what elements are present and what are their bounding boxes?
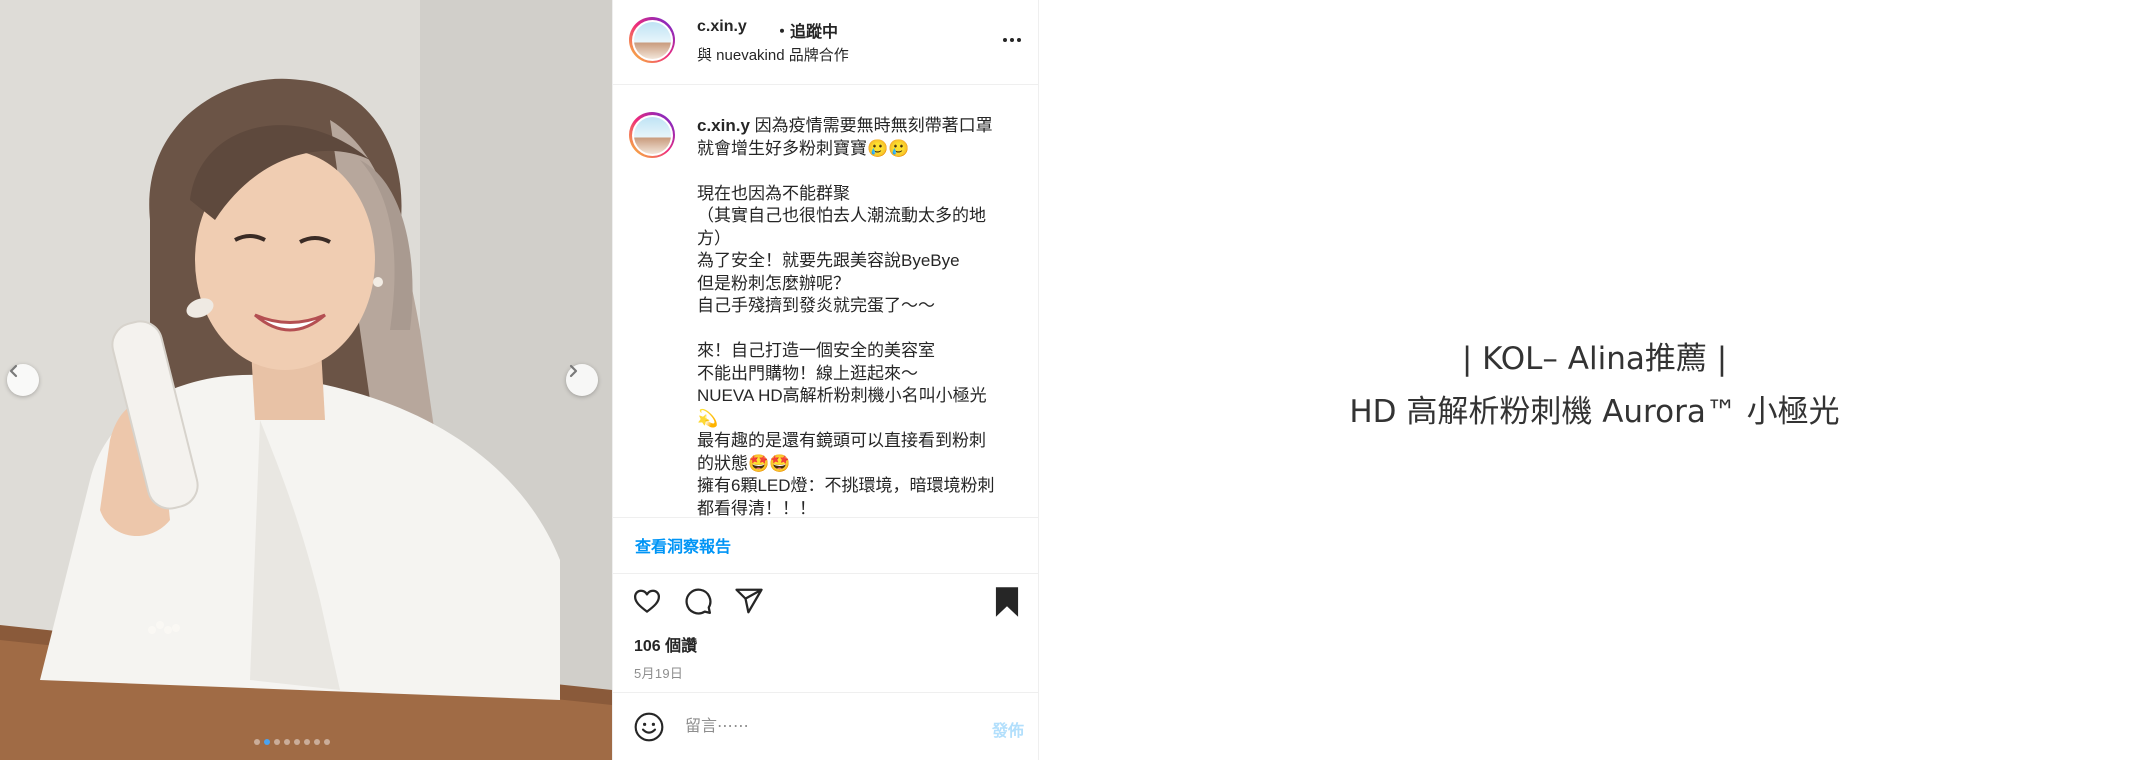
view-insights-link[interactable]: 查看洞察報告 <box>635 533 731 557</box>
carousel-indicator <box>254 739 330 745</box>
carousel-dot <box>314 739 320 745</box>
emoji-picker-button[interactable] <box>633 711 665 748</box>
username-link[interactable]: c.xin.y <box>697 18 747 36</box>
caption-username[interactable]: c.xin.y <box>697 116 750 135</box>
caption-avatar[interactable] <box>629 112 675 158</box>
post-header: c.xin.y ・追蹤中 與 nuevakind 品牌合作 <box>613 0 1038 85</box>
carousel-dot <box>294 739 300 745</box>
post-date[interactable]: 5月19日 <box>634 663 683 682</box>
comment-button[interactable] <box>683 586 713 621</box>
heart-icon <box>634 589 660 613</box>
comment-input[interactable] <box>683 712 937 742</box>
smiley-icon <box>634 712 664 742</box>
promo-title: | KOL– Alina推薦 | <box>1461 341 1728 377</box>
post-photo[interactable] <box>0 0 612 760</box>
chevron-right-icon <box>569 364 578 378</box>
caption-body: 因為疫情需要無時無刻帶著口罩 就會增生好多粉刺寶寶🥲🥲 現在也因為不能群聚 （其… <box>697 116 995 518</box>
photo-illustration <box>0 0 612 760</box>
comment-bubble-icon <box>685 588 712 615</box>
carousel-dot <box>274 739 280 745</box>
more-options-button[interactable] <box>1000 28 1024 57</box>
caption-section: c.xin.y 因為疫情需要無時無刻帶著口罩 就會增生好多粉刺寶寶🥲🥲 現在也因… <box>613 85 1038 518</box>
carousel-dot <box>304 739 310 745</box>
chevron-left-icon <box>9 364 18 378</box>
carousel-dot <box>284 739 290 745</box>
divider <box>613 573 1038 574</box>
like-count[interactable]: 106 個讚 <box>634 632 697 656</box>
save-button[interactable] <box>992 586 1022 623</box>
post-panel: c.xin.y ・追蹤中 與 nuevakind 品牌合作 c.xin.y 因為… <box>612 0 1039 760</box>
carousel-dot <box>324 739 330 745</box>
carousel-dot-active <box>264 739 270 745</box>
avatar[interactable] <box>629 17 675 63</box>
paid-partnership-label[interactable]: 與 nuevakind 品牌合作 <box>697 44 849 65</box>
publish-comment-button[interactable]: 發佈 <box>992 717 1024 741</box>
share-button[interactable] <box>734 586 764 621</box>
promo-subtitle: HD 高解析粉刺機 Aurora™ 小極光 <box>1349 394 1840 430</box>
bookmark-filled-icon <box>995 587 1019 617</box>
like-button[interactable] <box>632 586 662 621</box>
follow-status[interactable]: ・追蹤中 <box>774 18 838 42</box>
divider <box>613 692 1038 693</box>
carousel-next-button[interactable] <box>566 364 598 396</box>
caption-text: c.xin.y 因為疫情需要無時無刻帶著口罩 就會增生好多粉刺寶寶🥲🥲 現在也因… <box>697 115 1031 518</box>
action-bar <box>613 586 1038 626</box>
carousel-dot <box>254 739 260 745</box>
paper-plane-icon <box>735 588 763 614</box>
more-horizontal-icon <box>1003 38 1021 42</box>
carousel-prev-button[interactable] <box>7 364 39 396</box>
